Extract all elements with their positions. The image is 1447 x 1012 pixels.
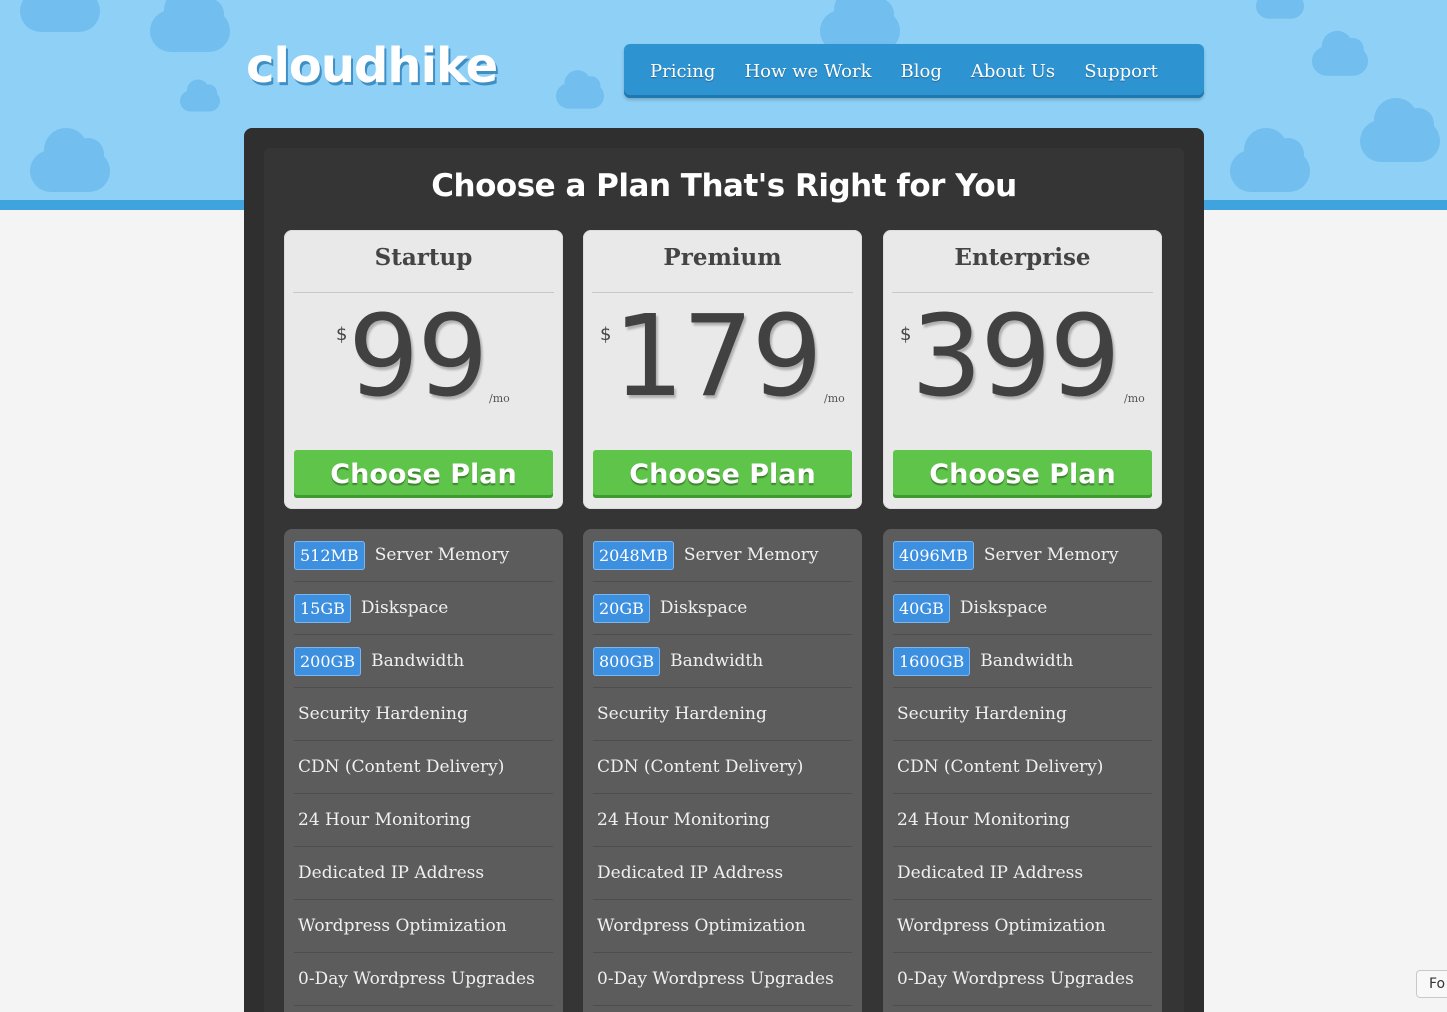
nav-link-about-us[interactable]: About Us [971, 61, 1055, 82]
feature-item: Wordpress Optimization [593, 900, 852, 953]
feature-list: 512MB Server Memory 15GB Diskspace 200GB Ba… [284, 529, 563, 1006]
feature-label: Bandwidth [371, 651, 465, 671]
value-badge: 4096MB [893, 540, 974, 570]
feature-label: Server Memory [683, 545, 819, 565]
plan-name: Enterprise [954, 244, 1091, 271]
feature-label: Diskspace [959, 598, 1048, 618]
cloud-decoration [556, 70, 604, 109]
value-badge: 800GB [593, 646, 661, 676]
value-badge: 40GB [893, 593, 950, 623]
cloud-decoration [20, 0, 100, 32]
feature-item: 0-Day Wordpress Upgrades [893, 953, 1152, 1006]
value-badge: 1600GB [893, 646, 971, 676]
price-currency: $ [336, 324, 348, 345]
feature-label: Bandwidth [670, 651, 764, 671]
plan-card-enterprise: Enterprise $ 399 /mo Choose Plan [883, 230, 1162, 509]
price-amount: 179 [613, 292, 823, 422]
choose-plan-button[interactable]: Choose Plan [593, 450, 852, 498]
feature-item: Wordpress Optimization [893, 900, 1152, 953]
feature-list: 2048MB Server Memory 20GB Diskspace 800GB B… [583, 529, 862, 1006]
feature-item: 24 Hour Monitoring [294, 794, 553, 847]
feature-item-memory: 512MB Server Memory [294, 529, 553, 582]
feature-item-bandwidth: 1600GB Bandwidth [893, 635, 1152, 688]
feature-item: Dedicated IP Address [893, 847, 1152, 900]
feedback-button[interactable]: Fo [1416, 970, 1447, 998]
pricing-panel: Choose a Plan That's Right for You Start… [244, 128, 1204, 1012]
feature-item: 24 Hour Monitoring [893, 794, 1152, 847]
feature-item-disk: 15GB Diskspace [294, 582, 553, 635]
feature-item: CDN (Content Delivery) [893, 741, 1152, 794]
nav-link-pricing[interactable]: Pricing [650, 61, 715, 82]
feature-item: Wordpress Optimization [294, 900, 553, 953]
price-period: /mo [489, 392, 510, 405]
page-title: Choose a Plan That's Right for You [431, 168, 1017, 204]
plan-card-startup: Startup $ 99 /mo Choose Plan [284, 230, 563, 509]
choose-plan-button[interactable]: Choose Plan [294, 450, 553, 498]
feature-list-premium: 2048MB Server Memory 20GB Diskspace 800GB B… [583, 529, 862, 1012]
cloud-decoration [30, 128, 110, 192]
feature-item-disk: 20GB Diskspace [593, 582, 852, 635]
cloud-decoration [1312, 30, 1368, 76]
feature-item: Dedicated IP Address [294, 847, 553, 900]
price-amount: 399 [911, 292, 1121, 422]
feature-item-bandwidth: 200GB Bandwidth [294, 635, 553, 688]
choose-plan-button[interactable]: Choose Plan [893, 450, 1152, 498]
plan-name: Startup [374, 244, 473, 271]
feature-label: Diskspace [659, 598, 748, 618]
value-badge: 512MB [294, 540, 365, 570]
value-badge: 2048MB [593, 540, 674, 570]
feature-item: Security Hardening [893, 688, 1152, 741]
feature-item: CDN (Content Delivery) [294, 741, 553, 794]
value-badge: 200GB [294, 646, 362, 676]
feature-list-enterprise: 4096MB Server Memory 40GB Diskspace 1600GB… [883, 529, 1162, 1012]
feature-item: 0-Day Wordpress Upgrades [294, 953, 553, 1006]
feature-label: Server Memory [374, 545, 510, 565]
cloud-decoration [1230, 128, 1310, 192]
feature-label: Bandwidth [980, 651, 1074, 671]
feature-list-startup: 512MB Server Memory 15GB Diskspace 200GB Ba… [284, 529, 563, 1012]
cloud-decoration [180, 79, 220, 112]
cloud-decoration [150, 0, 230, 52]
feature-item-memory: 2048MB Server Memory [593, 529, 852, 582]
price-period: /mo [1124, 392, 1145, 405]
feature-item-disk: 40GB Diskspace [893, 582, 1152, 635]
nav-link-support[interactable]: Support [1084, 61, 1158, 82]
price-amount: 99 [348, 292, 489, 422]
feature-item: Security Hardening [593, 688, 852, 741]
feature-item: Security Hardening [294, 688, 553, 741]
nav-link-how-we-work[interactable]: How we Work [744, 61, 871, 82]
plan-name: Premium [663, 244, 782, 271]
main-nav: Pricing How we Work Blog About Us Suppor… [624, 44, 1204, 98]
cloud-decoration [1360, 98, 1440, 162]
plan-card-premium: Premium $ 179 /mo Choose Plan [583, 230, 862, 509]
price-period: /mo [824, 392, 845, 405]
cloud-decoration [1256, 0, 1304, 19]
value-badge: 15GB [294, 593, 351, 623]
site-logo[interactable]: cloudhike [246, 38, 498, 94]
feature-label: Diskspace [360, 598, 449, 618]
feature-label: Server Memory [983, 545, 1119, 565]
price-currency: $ [900, 324, 912, 345]
feature-list: 4096MB Server Memory 40GB Diskspace 1600GB… [883, 529, 1162, 1006]
value-badge: 20GB [593, 593, 650, 623]
feature-item: Dedicated IP Address [593, 847, 852, 900]
feature-item-bandwidth: 800GB Bandwidth [593, 635, 852, 688]
price-currency: $ [600, 324, 612, 345]
feature-item: 24 Hour Monitoring [593, 794, 852, 847]
feature-item: 0-Day Wordpress Upgrades [593, 953, 852, 1006]
feature-item-memory: 4096MB Server Memory [893, 529, 1152, 582]
nav-link-blog[interactable]: Blog [901, 61, 942, 82]
feature-item: CDN (Content Delivery) [593, 741, 852, 794]
